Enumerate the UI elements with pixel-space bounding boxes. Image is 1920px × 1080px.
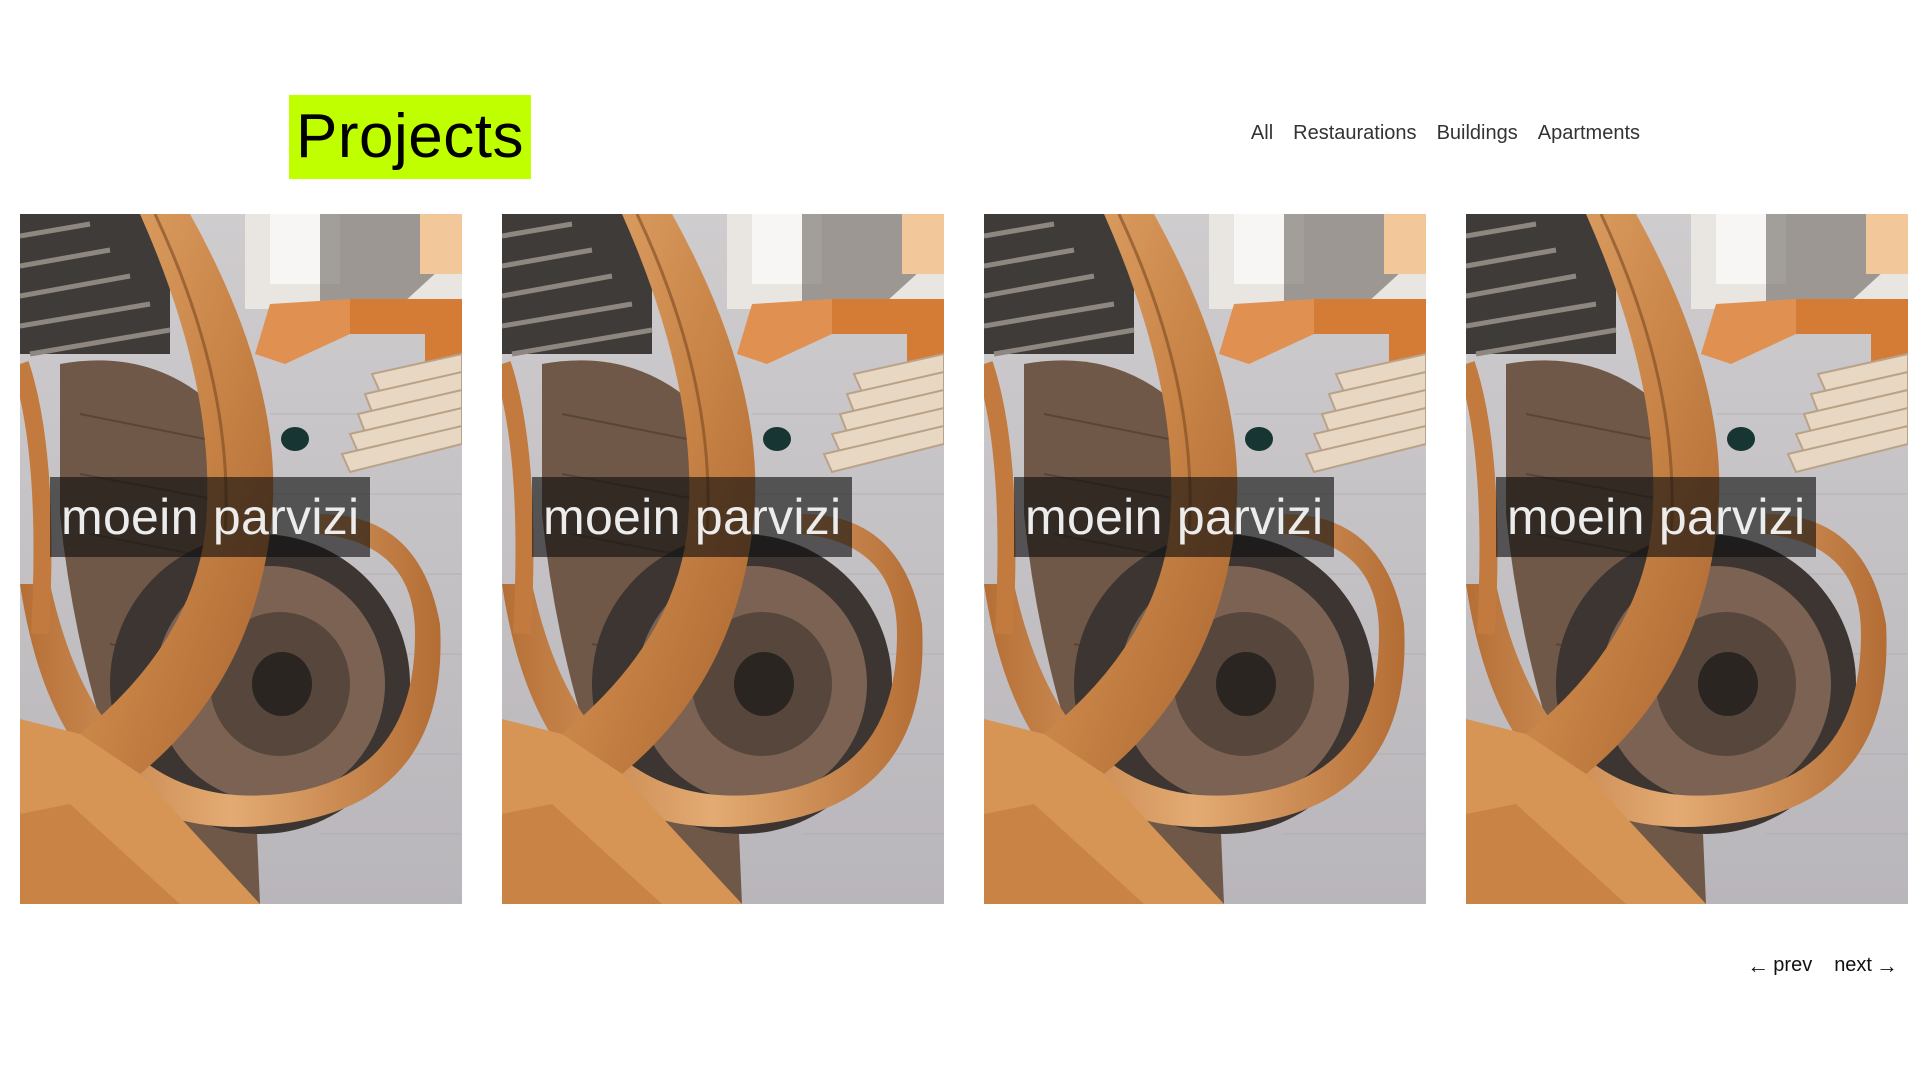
- next-button[interactable]: next →: [1834, 954, 1898, 977]
- next-label: next: [1834, 954, 1872, 976]
- filter-apartments[interactable]: Apartments: [1538, 122, 1640, 145]
- project-card[interactable]: moein parvizi: [1466, 214, 1908, 904]
- filter-all[interactable]: All: [1251, 122, 1273, 145]
- project-caption-box: moein parvizi: [1496, 477, 1817, 557]
- category-filter-nav: All Restaurations Buildings Apartments: [1251, 122, 1640, 145]
- projects-page: Projects All Restaurations Buildings Apa…: [0, 0, 1920, 1080]
- project-image: [502, 214, 944, 904]
- page-title-highlight: Projects: [289, 95, 531, 179]
- project-caption: moein parvizi: [1507, 489, 1806, 545]
- project-card[interactable]: moein parvizi: [20, 214, 462, 904]
- project-gallery: moein parvizi moein parvizi moein parviz…: [20, 214, 1908, 904]
- project-caption: moein parvizi: [543, 489, 842, 545]
- project-image: [984, 214, 1426, 904]
- prev-label: prev: [1773, 954, 1813, 976]
- arrow-left-icon: ←: [1747, 952, 1770, 978]
- project-card[interactable]: moein parvizi: [984, 214, 1426, 904]
- filter-buildings[interactable]: Buildings: [1437, 122, 1518, 145]
- project-caption-box: moein parvizi: [50, 477, 371, 557]
- project-card[interactable]: moein parvizi: [502, 214, 944, 904]
- project-caption-box: moein parvizi: [532, 477, 853, 557]
- filter-restaurations[interactable]: Restaurations: [1293, 122, 1416, 145]
- project-caption-box: moein parvizi: [1014, 477, 1335, 557]
- page-title: Projects: [296, 102, 524, 171]
- pagination: ← prev next →: [1747, 954, 1898, 977]
- project-image: [20, 214, 462, 904]
- arrow-right-icon: →: [1876, 952, 1898, 978]
- project-caption: moein parvizi: [61, 489, 360, 545]
- prev-button[interactable]: ← prev: [1747, 954, 1812, 977]
- project-caption: moein parvizi: [1025, 489, 1324, 545]
- project-image: [1466, 214, 1908, 904]
